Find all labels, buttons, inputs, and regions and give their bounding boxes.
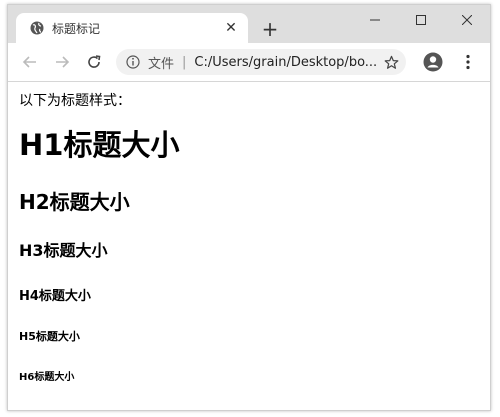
address-bar[interactable]: 文件 | C:/Users/grain/Desktop/bo... [116,49,406,75]
tab-title: 标题标记 [52,21,101,36]
back-button[interactable] [16,48,44,76]
intro-text: 以下为标题样式： [19,93,131,109]
globe-icon [30,21,44,35]
url-scheme-label: 文件 [148,56,175,72]
new-tab-button[interactable]: + [260,19,280,39]
back-arrow-icon [22,56,36,68]
star-icon[interactable] [380,51,402,73]
heading-h5: H5标题大小 [19,330,80,343]
maximize-button[interactable] [398,5,444,35]
page-content: 以下为标题样式： H1标题大小 H2标题大小 H3标题大小 H4标题大小 H5标… [8,82,490,391]
heading-h2: H2标题大小 [19,190,130,214]
close-icon [462,15,472,25]
forward-arrow-icon [56,56,70,68]
tab-close-icon[interactable]: ✕ [222,19,240,37]
window-controls [352,5,490,35]
tab-active[interactable]: 标题标记 ✕ [16,13,248,43]
close-button[interactable] [444,5,490,35]
maximize-icon [416,15,426,25]
heading-h1: H1标题大小 [19,128,180,162]
heading-h3: H3标题大小 [19,241,108,260]
browser-toolbar: 文件 | C:/Users/grain/Desktop/bo... [8,43,490,82]
forward-button[interactable] [48,48,76,76]
reload-icon [88,55,101,68]
url-text[interactable]: C:/Users/grain/Desktop/bo... [194,55,380,70]
url-separator: | [182,54,187,70]
browser-window: 标题标记 ✕ + 文件 | C:/Users/grain/Desktop/bo.… [7,4,491,411]
info-icon[interactable] [126,55,140,69]
heading-h4: H4标题大小 [19,289,91,304]
reload-button[interactable] [80,48,108,76]
tab-strip: 标题标记 ✕ + [8,5,490,43]
profile-icon[interactable] [422,51,444,73]
more-vert-icon[interactable] [460,51,476,73]
minimize-button[interactable] [352,5,398,35]
minimize-icon [370,19,380,21]
heading-h6: H6标题大小 [19,372,75,383]
